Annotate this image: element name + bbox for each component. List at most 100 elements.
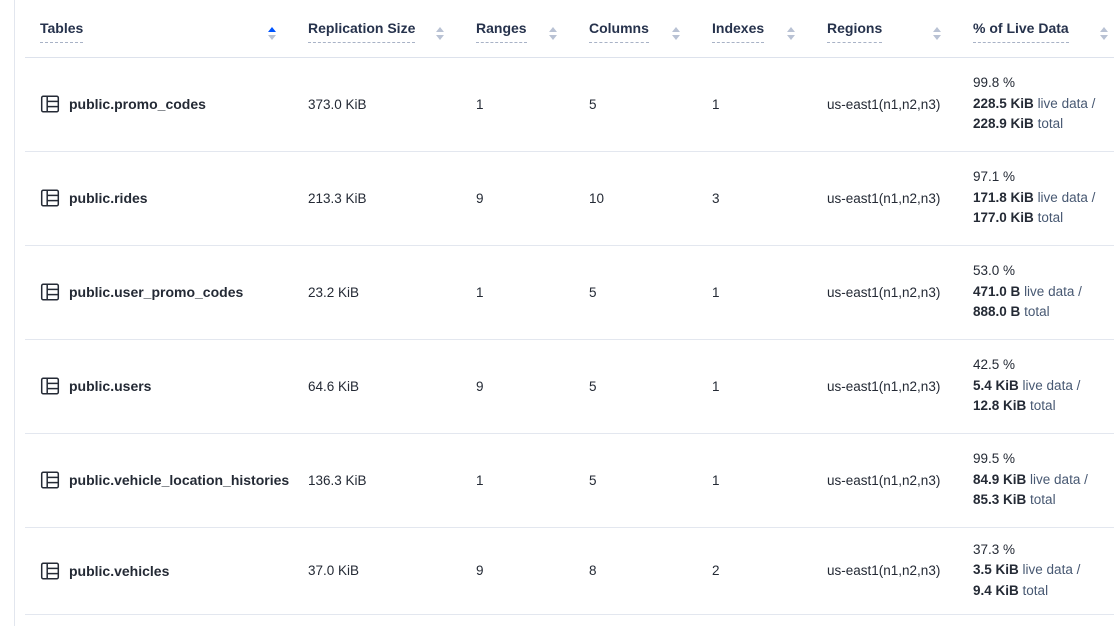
cell-ranges: 9 [476, 527, 589, 614]
cell-live-data: 42.5 % 5.4 KiB live data / 12.8 KiB tota… [973, 339, 1114, 433]
table-row: public.users 64.6 KiB 9 5 1 us-east1(n1,… [25, 339, 1114, 433]
live-size: 3.5 KiB [973, 562, 1019, 577]
cell-regions: us-east1(n1,n2,n3) [827, 151, 973, 245]
total-suffix: total [1030, 492, 1056, 507]
table-name-link[interactable]: public.rides [69, 190, 148, 206]
column-header-tables-label: Tables [40, 20, 83, 43]
live-size: 228.5 KiB [973, 96, 1034, 111]
table-name-link[interactable]: public.vehicles [69, 563, 169, 579]
column-header-columns-label: Columns [589, 20, 649, 43]
cell-regions: us-east1(n1,n2,n3) [827, 527, 973, 614]
live-percent: 97.1 % [973, 167, 1114, 188]
live-size: 471.0 B [973, 284, 1020, 299]
cell-indexes: 1 [712, 339, 827, 433]
column-header-replication-size-label: Replication Size [308, 20, 415, 43]
table-grid-icon [40, 94, 60, 114]
sort-arrows-icon[interactable] [933, 22, 941, 40]
sort-arrows-icon[interactable] [1100, 22, 1108, 40]
sort-arrows-icon[interactable] [436, 22, 444, 40]
live-size: 171.8 KiB [973, 190, 1034, 205]
total-size: 85.3 KiB [973, 492, 1026, 507]
live-suffix: live data / [1023, 562, 1081, 577]
live-suffix: live data / [1024, 284, 1082, 299]
total-suffix: total [1023, 583, 1049, 598]
table-row: public.vehicles 37.0 KiB 9 8 2 us-east1(… [25, 527, 1114, 614]
cell-regions: us-east1(n1,n2,n3) [827, 433, 973, 527]
total-suffix: total [1038, 116, 1064, 131]
live-percent: 99.8 % [973, 73, 1114, 94]
cell-table-name: public.users [25, 339, 308, 433]
cell-table-name: public.user_promo_codes [25, 245, 308, 339]
sort-arrows-icon[interactable] [672, 22, 680, 40]
cell-regions: us-east1(n1,n2,n3) [827, 57, 973, 151]
live-percent: 99.5 % [973, 449, 1114, 470]
cell-table-name: public.vehicle_location_histories [25, 433, 308, 527]
column-header-regions[interactable]: Regions [827, 0, 973, 57]
cell-columns: 5 [589, 245, 712, 339]
total-size: 9.4 KiB [973, 583, 1019, 598]
cell-replication-size: 373.0 KiB [308, 57, 476, 151]
live-percent: 53.0 % [973, 261, 1114, 282]
column-header-live-data[interactable]: % of Live Data [973, 0, 1114, 57]
table-grid-icon [40, 188, 60, 208]
cell-ranges: 9 [476, 339, 589, 433]
cell-live-data: 99.8 % 228.5 KiB live data / 228.9 KiB t… [973, 57, 1114, 151]
cell-indexes: 1 [712, 433, 827, 527]
column-header-regions-label: Regions [827, 20, 882, 43]
total-size: 888.0 B [973, 304, 1020, 319]
live-percent: 37.3 % [973, 540, 1114, 561]
sort-asc-icon[interactable] [268, 22, 276, 40]
table-row: public.vehicle_location_histories 136.3 … [25, 433, 1114, 527]
table-name-link[interactable]: public.user_promo_codes [69, 284, 243, 300]
cell-columns: 8 [589, 527, 712, 614]
cell-indexes: 1 [712, 245, 827, 339]
cell-columns: 5 [589, 433, 712, 527]
total-size: 12.8 KiB [973, 398, 1026, 413]
live-size: 5.4 KiB [973, 378, 1019, 393]
cell-columns: 5 [589, 339, 712, 433]
table-grid-icon [40, 470, 60, 490]
column-header-columns[interactable]: Columns [589, 0, 712, 57]
cell-columns: 5 [589, 57, 712, 151]
tables-table: Tables Replication Size Ranges [25, 0, 1114, 615]
total-size: 228.9 KiB [973, 116, 1034, 131]
table-name-link[interactable]: public.vehicle_location_histories [69, 472, 289, 488]
tables-list-panel: Tables Replication Size Ranges [14, 0, 1114, 626]
total-suffix: total [1030, 398, 1056, 413]
sort-arrows-icon[interactable] [549, 22, 557, 40]
table-name-link[interactable]: public.users [69, 378, 151, 394]
cell-indexes: 2 [712, 527, 827, 614]
live-suffix: live data / [1030, 472, 1088, 487]
table-grid-icon [40, 376, 60, 396]
cell-live-data: 99.5 % 84.9 KiB live data / 85.3 KiB tot… [973, 433, 1114, 527]
column-header-live-data-label: % of Live Data [973, 20, 1069, 43]
table-row: public.promo_codes 373.0 KiB 1 5 1 us-ea… [25, 57, 1114, 151]
total-suffix: total [1024, 304, 1050, 319]
cell-live-data: 37.3 % 3.5 KiB live data / 9.4 KiB total [973, 527, 1114, 614]
cell-replication-size: 37.0 KiB [308, 527, 476, 614]
table-row: public.rides 213.3 KiB 9 10 3 us-east1(n… [25, 151, 1114, 245]
column-header-indexes-label: Indexes [712, 20, 764, 43]
live-percent: 42.5 % [973, 355, 1114, 376]
table-row: public.user_promo_codes 23.2 KiB 1 5 1 u… [25, 245, 1114, 339]
table-grid-icon [40, 282, 60, 302]
table-grid-icon [40, 561, 60, 581]
cell-replication-size: 23.2 KiB [308, 245, 476, 339]
cell-table-name: public.rides [25, 151, 308, 245]
column-header-ranges[interactable]: Ranges [476, 0, 589, 57]
column-header-tables[interactable]: Tables [25, 0, 308, 57]
table-name-link[interactable]: public.promo_codes [69, 96, 206, 112]
cell-indexes: 1 [712, 57, 827, 151]
cell-ranges: 1 [476, 433, 589, 527]
cell-columns: 10 [589, 151, 712, 245]
cell-replication-size: 213.3 KiB [308, 151, 476, 245]
cell-live-data: 97.1 % 171.8 KiB live data / 177.0 KiB t… [973, 151, 1114, 245]
cell-replication-size: 64.6 KiB [308, 339, 476, 433]
sort-arrows-icon[interactable] [787, 22, 795, 40]
cell-ranges: 1 [476, 57, 589, 151]
column-header-indexes[interactable]: Indexes [712, 0, 827, 57]
column-header-replication-size[interactable]: Replication Size [308, 0, 476, 57]
cell-table-name: public.promo_codes [25, 57, 308, 151]
cell-regions: us-east1(n1,n2,n3) [827, 339, 973, 433]
live-suffix: live data / [1038, 190, 1096, 205]
